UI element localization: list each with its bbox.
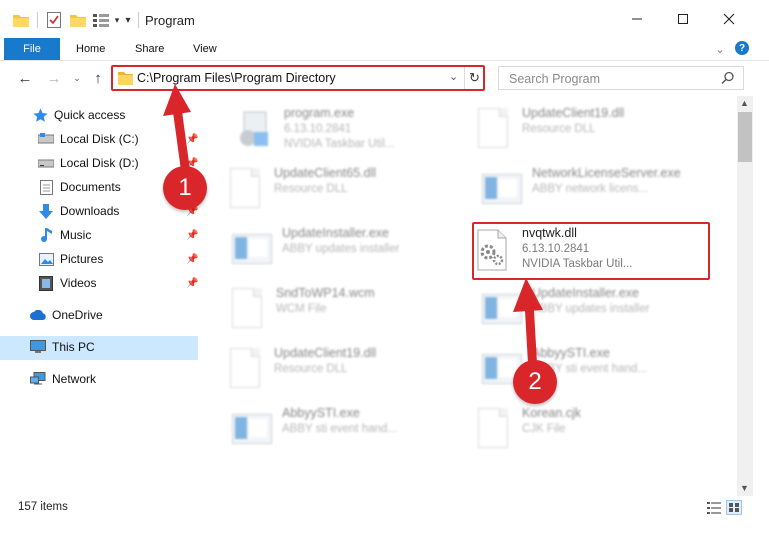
annotation-arrows (163, 84, 543, 377)
callout-badge-1: 1 (163, 166, 207, 210)
callout-badge-2: 2 (513, 360, 557, 404)
